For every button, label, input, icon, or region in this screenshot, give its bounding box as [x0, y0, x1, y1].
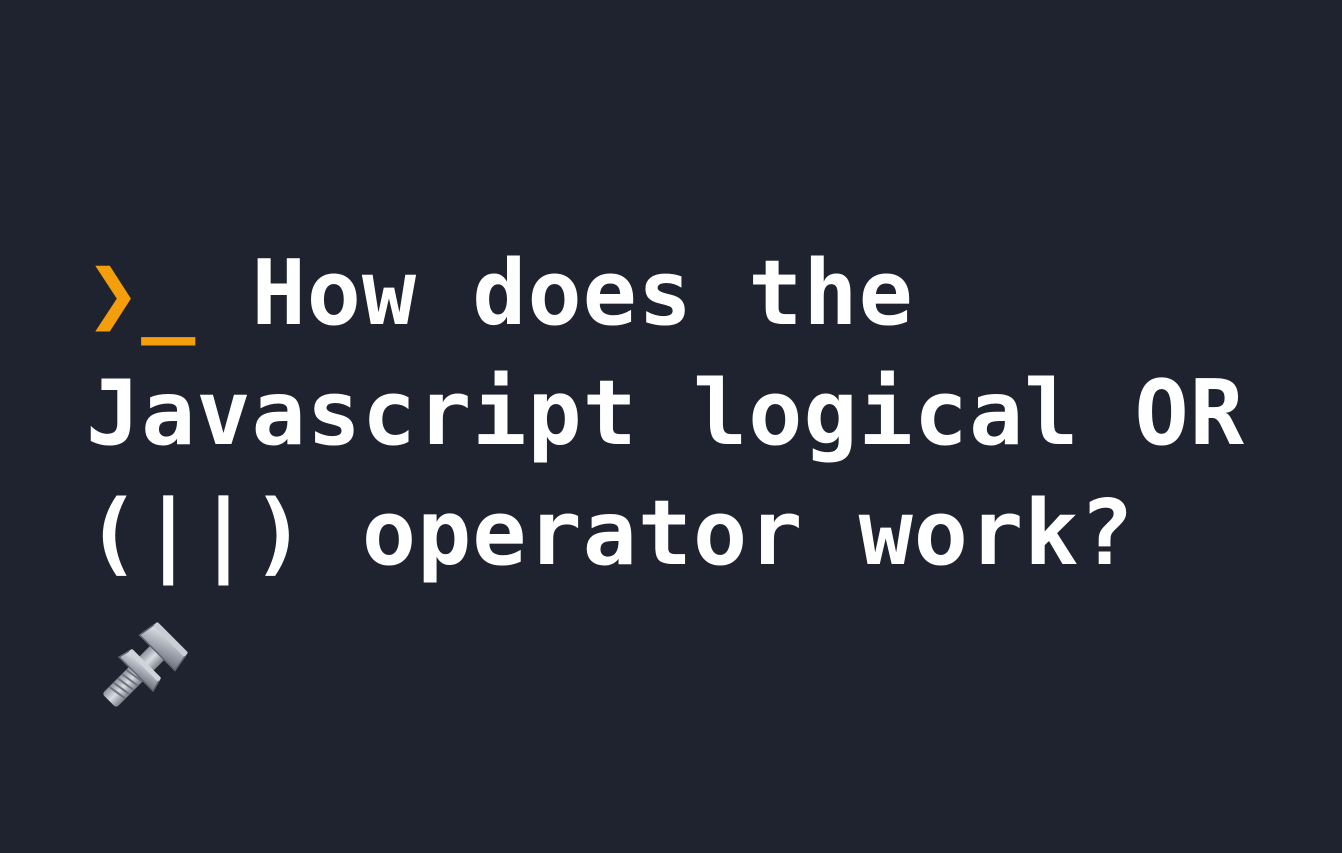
- nut-and-bolt-icon: [103, 622, 188, 707]
- page-title: ❯_ How does the Javascript logical OR (|…: [86, 234, 1306, 594]
- terminal-prompt-icon: ❯_: [86, 241, 252, 346]
- heading-text: How does the Javascript logical OR (||) …: [86, 241, 1245, 586]
